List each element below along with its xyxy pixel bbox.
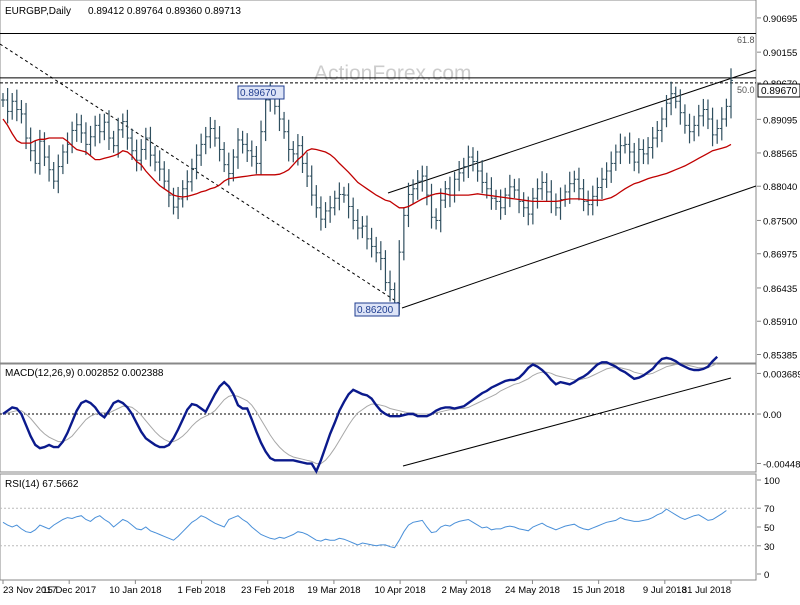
low-label: 0.86200 <box>357 305 394 316</box>
date-tick-label: 23 Feb 2018 <box>241 585 294 596</box>
macd-title: MACD(12,26,9) 0.002852 0.002388 <box>5 368 164 379</box>
macd-tick-label: 0.00 <box>763 410 782 421</box>
date-tick-label: 15 Dec 2017 <box>42 585 96 596</box>
price-panel: ActionForex.com EURGBP,Daily 0.89412 0.8… <box>0 0 757 364</box>
rsi-tick-label: 100 <box>764 476 780 487</box>
rsi-tick-label: 30 <box>764 542 775 553</box>
date-tick-label: 24 May 2018 <box>505 585 560 596</box>
price-tick-label: 0.89095 <box>763 115 797 126</box>
ohlc-label: 0.89412 0.89764 0.89360 0.89713 <box>88 6 241 17</box>
symbol-label: EURGBP,Daily <box>5 6 71 17</box>
date-tick-label: 31 Jul 2018 <box>682 585 731 596</box>
price-tick-label: 0.86435 <box>763 284 797 295</box>
fib-618-label: 61.8 <box>737 35 755 45</box>
macd-panel: MACD(12,26,9) 0.002852 0.002388 <box>0 355 757 474</box>
high-label: 0.89670 <box>240 88 277 99</box>
date-tick-label: 19 Mar 2018 <box>307 585 360 596</box>
rsi-panel: RSI(14) 67.5662 <box>0 473 757 581</box>
rsi-tick-label: 70 <box>764 504 775 515</box>
price-tick-label: 0.88040 <box>763 182 797 193</box>
price-tick-label: 0.88565 <box>763 149 797 160</box>
watermark: ActionForex.com <box>314 62 472 85</box>
date-tick-label: 15 Jun 2018 <box>572 585 624 596</box>
eurgbp-chart: ActionForex.com EURGBP,Daily 0.89412 0.8… <box>0 0 800 600</box>
chart-canvas: ActionForex.com EURGBP,Daily 0.89412 0.8… <box>0 0 800 596</box>
rsi-title: RSI(14) 67.5662 <box>5 479 79 490</box>
macd-panel-frame <box>0 363 757 473</box>
price-tick-label: 0.90155 <box>763 48 797 59</box>
macd-tick-label: 0.003689 <box>763 369 800 380</box>
fib-500-label: 50.0 <box>737 85 755 95</box>
rsi-axis: 100 70 50 30 0 <box>757 476 780 581</box>
date-tick-label: 2 May 2018 <box>441 585 491 596</box>
date-axis: 23 Nov 201715 Dec 2017 10 Jan 2018 1 Feb 2… <box>2 580 732 596</box>
price-tick-label: 0.85385 <box>763 351 797 362</box>
rsi-tick-label: 0 <box>764 570 769 581</box>
rsi-tick-label: 50 <box>764 523 775 534</box>
date-tick-label: 1 Feb 2018 <box>178 585 226 596</box>
date-tick-label: 10 Jan 2018 <box>109 585 161 596</box>
price-tick-label: 0.90695 <box>763 14 797 25</box>
macd-axis: 0.003689 0.00 -0.004489 <box>757 369 800 470</box>
macd-tick-label: -0.004489 <box>763 459 800 470</box>
price-tick-label: 0.86975 <box>763 250 797 261</box>
price-tick-label: 0.85910 <box>763 317 797 328</box>
date-tick-label: 9 Jul 2018 <box>643 585 687 596</box>
price-axis: 0.90695 0.90155 0.89670 0.89095 0.88565 0.880… <box>757 14 797 362</box>
current-price-label: 0.89670 <box>761 86 798 97</box>
date-tick-label: 10 Apr 2018 <box>374 585 425 596</box>
price-tick-label: 0.87500 <box>763 216 797 227</box>
